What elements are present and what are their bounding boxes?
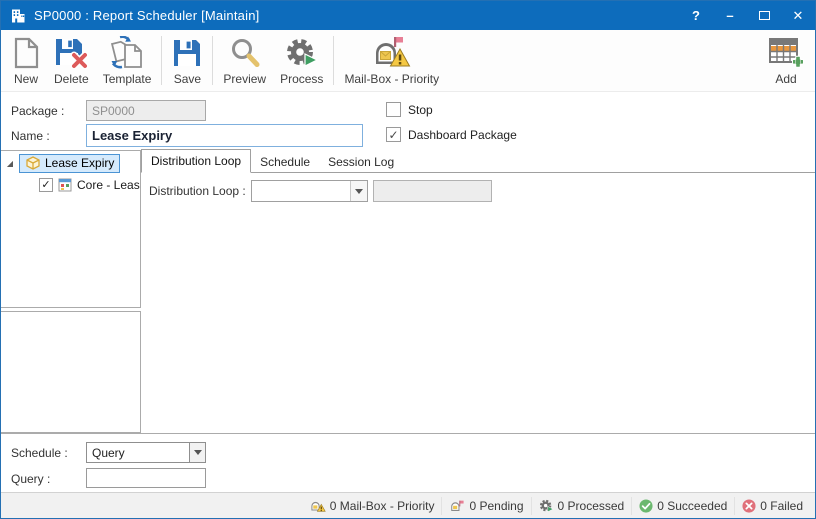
tree-child-checkbox[interactable]: ✓ — [39, 178, 53, 192]
stop-checkbox-box[interactable]: ✓ — [386, 102, 401, 117]
app-building-icon — [10, 8, 26, 24]
stop-checkbox[interactable]: ✓ Stop — [386, 102, 433, 117]
dashboard-checkbox-box[interactable]: ✓ — [386, 127, 401, 142]
package-form-area: Package : Name : ✓ Stop ✓ Dashboard Pack… — [1, 92, 815, 150]
status-pending-label: 0 Pending — [469, 498, 524, 513]
status-bar: 0 Mail-Box - Priority 0 Pending 0 Proces… — [1, 492, 815, 518]
tree-root-node[interactable]: ◢ Lease Expiry — [1, 151, 140, 175]
schedule-combobox[interactable]: Query — [86, 442, 206, 463]
schedule-dropdown-button[interactable] — [189, 442, 206, 463]
delete-button[interactable]: Delete — [47, 32, 96, 91]
tree-expander-icon[interactable]: ◢ — [5, 159, 15, 168]
chevron-down-icon — [193, 450, 202, 455]
toolbar-separator — [161, 36, 163, 85]
mailbox-priority-icon — [373, 35, 411, 71]
tab-schedule[interactable]: Schedule — [251, 151, 319, 173]
maximize-button[interactable] — [747, 1, 781, 30]
close-button[interactable]: ✕ — [781, 1, 815, 30]
dashboard-package-checkbox[interactable]: ✓ Dashboard Package — [386, 127, 517, 142]
add-button[interactable]: Add — [761, 32, 811, 91]
distribution-loop-tab-content: Distribution Loop : — [141, 173, 815, 431]
tree-child-label: Core - Leas — [77, 178, 140, 192]
gear-icon — [539, 499, 554, 512]
preview-button[interactable]: Preview — [216, 32, 273, 91]
stop-checkbox-label: Stop — [408, 102, 433, 117]
package-label: Package : — [11, 104, 65, 118]
report-scheduler-window: SP0000 : Report Scheduler [Maintain] ? –… — [0, 0, 816, 519]
chevron-down-icon — [355, 188, 363, 194]
preview-magnifier-icon — [229, 35, 261, 71]
status-failed: 0 Failed — [734, 496, 810, 515]
package-box-icon — [26, 156, 40, 170]
window-title: SP0000 : Report Scheduler [Maintain] — [34, 8, 260, 23]
dashboard-checkbox-label: Dashboard Package — [408, 127, 517, 142]
add-table-icon — [768, 35, 804, 71]
template-documents-icon — [108, 35, 146, 71]
status-processed: 0 Processed — [530, 496, 632, 515]
name-field[interactable] — [86, 124, 363, 147]
distribution-loop-value — [252, 181, 350, 201]
package-tree-panel: ◢ Lease Expiry ✓ Core - Leas — [1, 150, 141, 308]
report-grid-icon — [58, 178, 72, 192]
distribution-loop-label: Distribution Loop : — [149, 184, 246, 198]
title-bar: SP0000 : Report Scheduler [Maintain] ? –… — [1, 1, 815, 30]
query-label: Query : — [11, 472, 51, 486]
status-mailbox-priority: 0 Mail-Box - Priority — [303, 497, 442, 515]
mailbox-priority-button[interactable]: Mail-Box - Priority — [337, 32, 446, 91]
tree-root-label-text: Lease Expiry — [45, 156, 115, 170]
schedule-query-area: Schedule : Query Query : — [1, 434, 815, 492]
mailbox-pending-icon — [451, 500, 465, 511]
tab-bar: Distribution Loop Schedule Session Log — [141, 149, 815, 173]
name-label: Name : — [11, 129, 50, 143]
save-button[interactable]: Save — [165, 32, 209, 91]
status-pending: 0 Pending — [441, 496, 530, 515]
new-button[interactable]: New — [5, 32, 47, 91]
process-gear-icon — [285, 35, 319, 71]
template-button[interactable]: Template — [96, 32, 159, 91]
status-failed-label: 0 Failed — [760, 498, 803, 513]
check-circle-icon — [639, 498, 653, 513]
package-field — [86, 100, 206, 121]
process-button[interactable]: Process — [273, 32, 330, 91]
delete-floppy-icon — [54, 35, 89, 71]
query-field[interactable] — [86, 468, 206, 488]
toolbar-separator — [212, 36, 214, 85]
distribution-loop-dropdown-button[interactable] — [350, 181, 367, 201]
fail-circle-icon — [742, 498, 756, 513]
tab-distribution-loop[interactable]: Distribution Loop — [141, 149, 252, 173]
schedule-label: Schedule : — [11, 446, 68, 460]
mailbox-warning-icon — [311, 501, 326, 512]
tree-root-selected[interactable]: Lease Expiry — [19, 154, 121, 173]
help-button[interactable]: ? — [679, 1, 713, 30]
schedule-value: Query — [92, 446, 125, 460]
minimize-button[interactable]: – — [713, 1, 747, 30]
lower-empty-panel — [1, 311, 141, 433]
status-mailbox-priority-label: 0 Mail-Box - Priority — [329, 498, 435, 513]
status-succeeded: 0 Succeeded — [631, 496, 734, 515]
status-succeeded-label: 0 Succeeded — [657, 498, 728, 513]
distribution-loop-combobox[interactable] — [251, 180, 368, 202]
tab-session-log[interactable]: Session Log — [319, 151, 403, 173]
toolbar: New Delete Template Save Preview Process… — [1, 30, 815, 92]
maximize-icon — [758, 11, 770, 20]
distribution-loop-extra-field — [373, 180, 492, 202]
save-floppy-icon — [172, 35, 202, 71]
status-processed-label: 0 Processed — [557, 498, 625, 513]
new-document-icon — [12, 35, 40, 71]
toolbar-separator — [333, 36, 335, 85]
tree-child-node[interactable]: ✓ Core - Leas — [1, 175, 140, 192]
